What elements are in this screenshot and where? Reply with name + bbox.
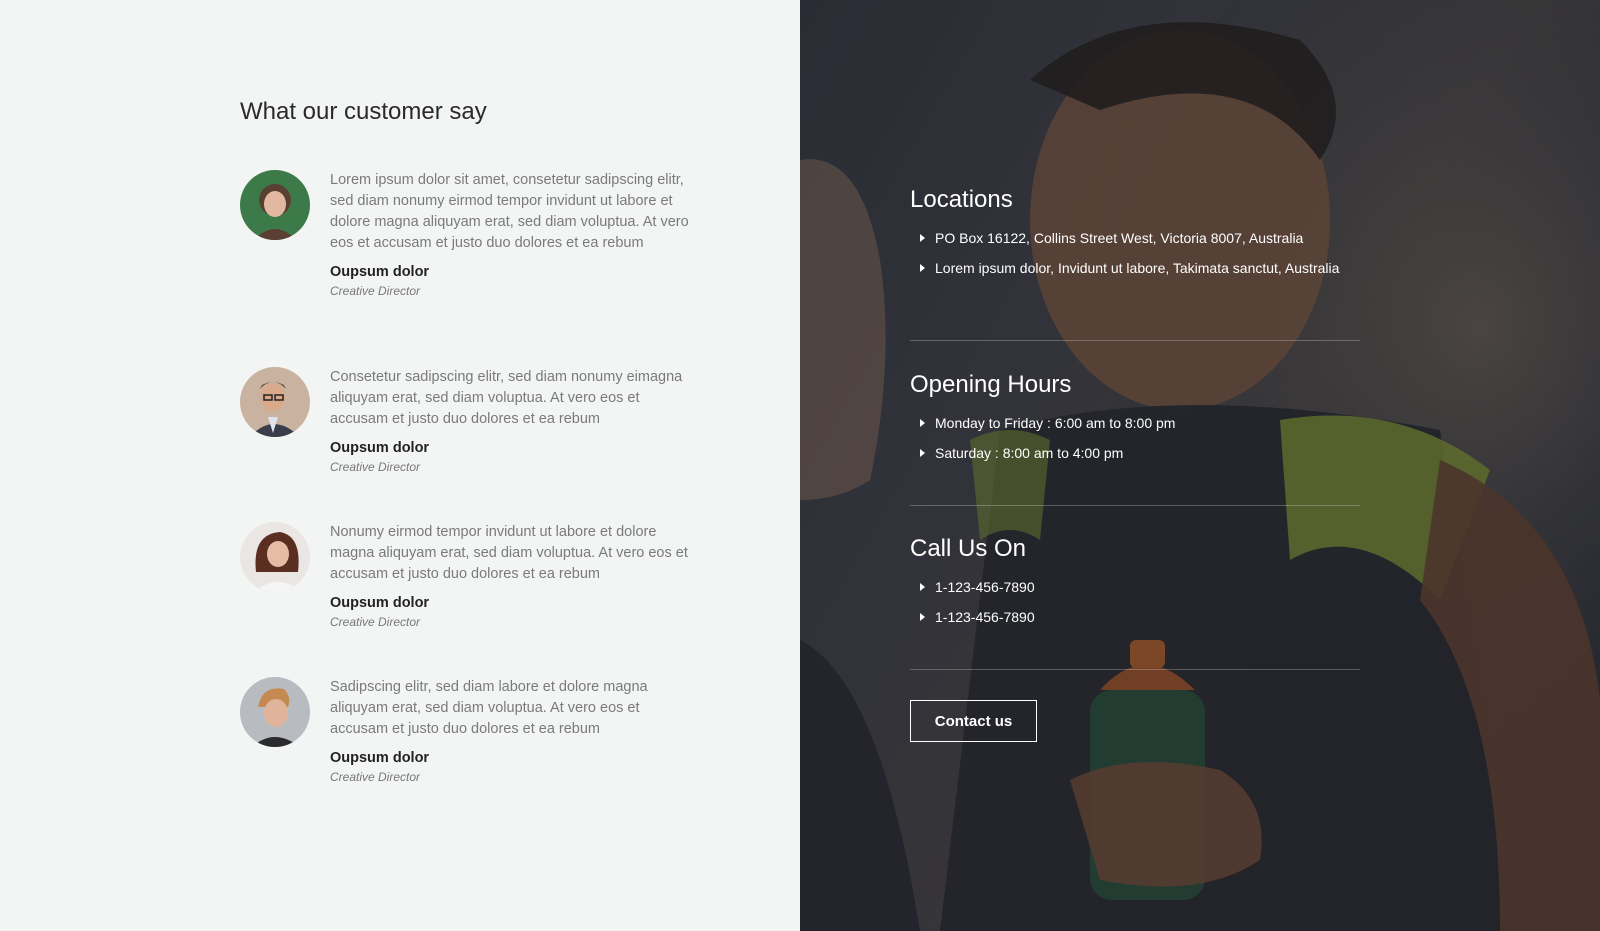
testimonial-role: Creative Director [330, 770, 421, 784]
testimonial-name: Oupsum dolor [330, 440, 430, 456]
location-text: PO Box 16122, Collins Street West, Victo… [935, 230, 1304, 246]
caret-right-icon [920, 234, 925, 242]
testimonial-role: Creative Director [330, 284, 421, 298]
phone-text: 1-123-456-7890 [935, 609, 1035, 625]
locations-list: PO Box 16122, Collins Street West, Victo… [910, 228, 1360, 279]
list-item: Saturday : 8:00 am to 4:00 pm [910, 443, 1360, 464]
avatar-woman-icon [240, 170, 310, 240]
list-item: Monday to Friday : 6:00 am to 8:00 pm [910, 413, 1360, 434]
testimonials-heading: What our customer say [240, 98, 487, 125]
caret-right-icon [920, 449, 925, 457]
caret-right-icon [920, 264, 925, 272]
list-item: Lorem ipsum dolor, Invidunt ut labore, T… [910, 258, 1360, 279]
list-item: 1-123-456-7890 [910, 607, 1360, 628]
locations-title: Locations [910, 186, 1013, 213]
testimonial-quote: Nonumy eirmod tempor invidunt ut labore … [330, 524, 688, 582]
hours-title: Opening Hours [910, 371, 1072, 398]
divider [910, 340, 1360, 341]
testimonial-quote: Lorem ipsum dolor sit amet, consetetur s… [330, 172, 689, 251]
caret-right-icon [920, 613, 925, 621]
avatar-man-glasses-icon [240, 367, 310, 437]
hours-list: Monday to Friday : 6:00 am to 8:00 pm Sa… [910, 413, 1360, 464]
hours-text: Saturday : 8:00 am to 4:00 pm [935, 445, 1124, 461]
info-section: Locations PO Box 16122, Collins Street W… [800, 0, 1600, 931]
hours-block: Opening Hours Monday to Friday : 6:00 am… [910, 371, 1360, 473]
testimonials-section: What our customer say Lorem ipsum dolor … [0, 0, 800, 931]
hours-text: Monday to Friday : 6:00 am to 8:00 pm [935, 415, 1176, 431]
avatar-woman-brunette-icon [240, 522, 310, 592]
list-item: PO Box 16122, Collins Street West, Victo… [910, 228, 1360, 249]
caret-right-icon [920, 583, 925, 591]
testimonial-quote: Sadipscing elitr, sed diam labore et dol… [330, 679, 648, 737]
divider [910, 505, 1360, 506]
avatar [240, 522, 310, 592]
testimonial-quote: Consetetur sadipscing elitr, sed diam no… [330, 369, 683, 427]
avatar [240, 677, 310, 747]
testimonial-role: Creative Director [330, 460, 421, 474]
phone-list: 1-123-456-7890 1-123-456-7890 [910, 577, 1360, 628]
call-title: Call Us On [910, 535, 1027, 562]
avatar [240, 367, 310, 437]
avatar-man-profile-icon [240, 677, 310, 747]
testimonial-role: Creative Director [330, 615, 421, 629]
testimonial-name: Oupsum dolor [330, 595, 430, 611]
contact-us-button[interactable]: Contact us [910, 700, 1037, 742]
list-item: 1-123-456-7890 [910, 577, 1360, 598]
testimonial-name: Oupsum dolor [330, 750, 430, 766]
phone-text: 1-123-456-7890 [935, 579, 1035, 595]
location-text: Lorem ipsum dolor, Invidunt ut labore, T… [935, 260, 1340, 276]
divider [910, 669, 1360, 670]
caret-right-icon [920, 419, 925, 427]
avatar [240, 170, 310, 240]
locations-block: Locations PO Box 16122, Collins Street W… [910, 186, 1360, 288]
testimonial-name: Oupsum dolor [330, 264, 430, 280]
call-block: Call Us On 1-123-456-7890 1-123-456-7890 [910, 535, 1360, 637]
